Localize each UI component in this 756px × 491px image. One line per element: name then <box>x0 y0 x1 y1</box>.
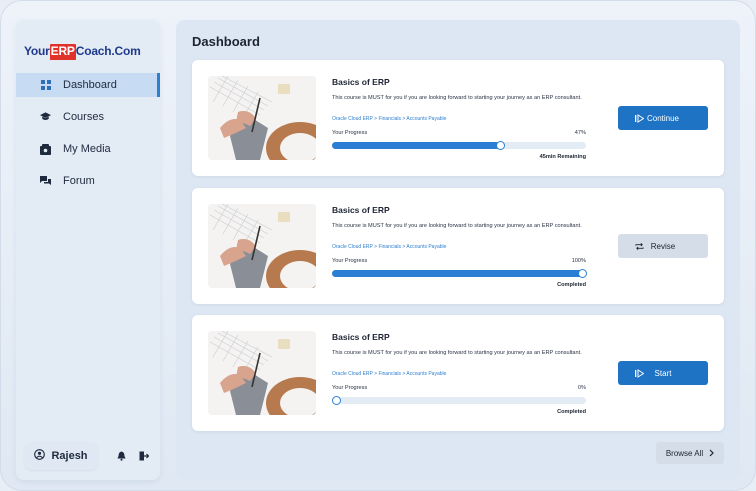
sidebar-item-courses[interactable]: Courses <box>16 105 160 129</box>
course-thumbnail <box>208 331 316 415</box>
progress-label: Your Progress <box>332 258 368 264</box>
progress-label: Your Progress <box>332 130 368 136</box>
progress-fill <box>332 142 500 149</box>
course-breadcrumb[interactable]: Oracle Cloud ERP > Financials > Accounts… <box>332 371 446 377</box>
course-thumbnail <box>208 204 316 288</box>
course-title: Basics of ERP <box>332 332 390 342</box>
grid-icon <box>40 80 51 91</box>
graduation-cap-icon <box>40 112 51 123</box>
page-title: Dashboard <box>192 34 260 49</box>
course-card: Basics of ERP This course is MUST for yo… <box>192 188 724 304</box>
chat-bubbles-icon <box>40 175 51 187</box>
progress-percent: 47% <box>574 130 586 136</box>
browse-all-button[interactable]: Browse All <box>656 442 724 464</box>
logo-part-your: Your <box>24 44 50 58</box>
progress-knob <box>332 396 341 405</box>
user-profile-button[interactable]: Rajesh <box>24 442 98 470</box>
course-thumbnail <box>208 76 316 160</box>
course-description: This course is MUST for you if you are l… <box>332 350 582 356</box>
progress-percent: 0% <box>577 385 586 391</box>
course-title: Basics of ERP <box>332 205 390 215</box>
start-button[interactable]: Start <box>618 361 708 385</box>
sidebar-item-dashboard[interactable]: Dashboard <box>16 73 160 97</box>
progress-percent: 100% <box>571 258 586 264</box>
logo: YourERPCoach.Com <box>24 44 141 60</box>
button-label: Revise <box>650 241 676 251</box>
bell-icon[interactable] <box>115 450 127 462</box>
progress-knob <box>578 269 587 278</box>
course-description: This course is MUST for you if you are l… <box>332 95 582 101</box>
browse-all-label: Browse All <box>665 448 704 458</box>
continue-button[interactable]: Continue <box>618 106 708 130</box>
sidebar-item-forum[interactable]: Forum <box>16 169 160 193</box>
sidebar-nav: Dashboard Courses My Media Forum <box>16 73 160 201</box>
progress-label: Your Progress <box>332 385 368 391</box>
app-window: YourERPCoach.Com Dashboard Courses My Me… <box>0 0 756 491</box>
progress-track <box>332 269 587 278</box>
user-circle-icon <box>34 449 46 463</box>
button-label: Continue <box>646 113 680 123</box>
course-breadcrumb[interactable]: Oracle Cloud ERP > Financials > Accounts… <box>332 116 446 122</box>
button-label: Start <box>654 368 672 378</box>
play-icon <box>635 114 644 123</box>
progress-status: Completed <box>557 409 586 415</box>
sidebar-item-my-media[interactable]: My Media <box>16 137 160 161</box>
course-description: This course is MUST for you if you are l… <box>332 223 582 229</box>
logout-icon[interactable] <box>138 450 150 462</box>
media-folder-icon <box>40 143 51 155</box>
course-title: Basics of ERP <box>332 77 390 87</box>
logo-part-erp: ERP <box>49 44 76 60</box>
chevron-right-icon <box>709 449 715 457</box>
sidebar-item-label: My Media <box>63 143 111 155</box>
course-card: Basics of ERP This course is MUST for yo… <box>192 315 724 431</box>
progress-status: 45min Remaining <box>539 154 586 160</box>
repeat-icon <box>635 242 644 251</box>
logo-part-coach: Coach.Com <box>75 44 141 58</box>
progress-fill <box>332 270 586 277</box>
progress-track <box>332 141 586 150</box>
course-breadcrumb[interactable]: Oracle Cloud ERP > Financials > Accounts… <box>332 244 446 250</box>
play-icon <box>635 369 644 378</box>
revise-button[interactable]: Revise <box>618 234 708 258</box>
progress-status: Completed <box>557 282 586 288</box>
progress-track <box>332 396 586 405</box>
sidebar-item-label: Forum <box>63 175 95 187</box>
user-name: Rajesh <box>51 450 88 462</box>
progress-knob <box>495 141 505 150</box>
course-card: Basics of ERP This course is MUST for yo… <box>192 60 724 176</box>
sidebar-item-label: Dashboard <box>63 79 117 91</box>
sidebar-item-label: Courses <box>63 111 104 123</box>
